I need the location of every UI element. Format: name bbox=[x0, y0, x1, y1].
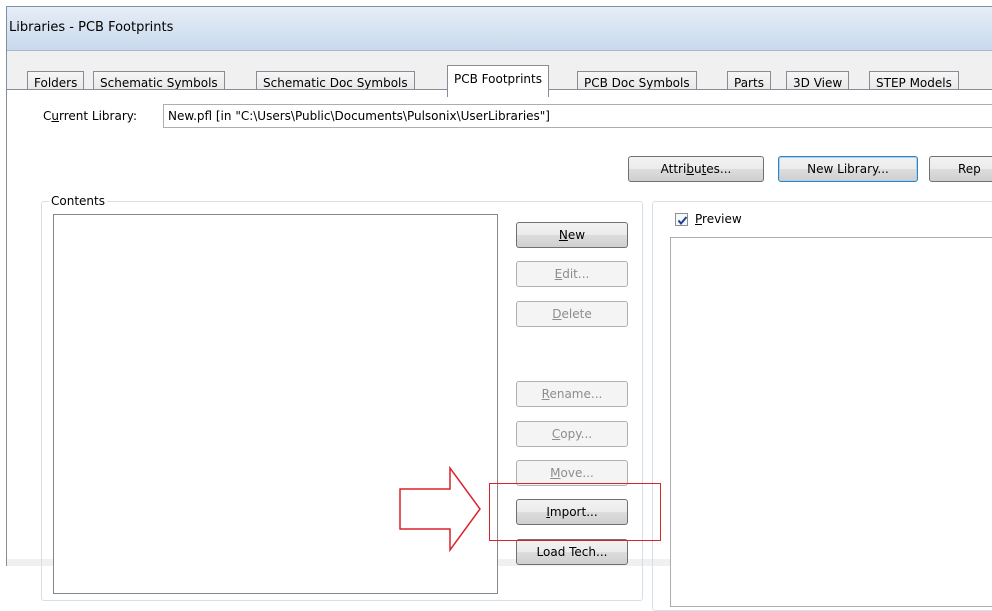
delete-button[interactable]: Delete bbox=[516, 301, 628, 327]
new-button[interactable]: New bbox=[516, 222, 628, 248]
report-button[interactable]: Rep bbox=[929, 156, 992, 182]
title-bar: Libraries - PCB Footprints bbox=[7, 7, 992, 51]
new-library-button[interactable]: New Library... bbox=[778, 156, 918, 182]
tab-pcb-footprints[interactable]: PCB Footprints bbox=[447, 65, 549, 97]
checkmark-icon bbox=[677, 216, 688, 226]
rename-button[interactable]: Rename... bbox=[516, 381, 628, 407]
attributes-button[interactable]: Attributes... bbox=[628, 156, 764, 182]
copy-button[interactable]: Copy... bbox=[516, 421, 628, 447]
current-library-field[interactable]: New.pfl [in "C:\Users\Public\Documents\P… bbox=[163, 104, 992, 128]
import-highlight-box bbox=[489, 483, 661, 541]
load-tech-button[interactable]: Load Tech... bbox=[516, 539, 628, 565]
window-title: Libraries - PCB Footprints bbox=[9, 20, 174, 35]
contents-legend: Contents bbox=[49, 194, 107, 208]
current-library-label: Current Library: bbox=[43, 109, 138, 123]
right-arrow-icon bbox=[399, 466, 481, 552]
preview-area bbox=[670, 237, 992, 607]
edit-button[interactable]: Edit... bbox=[516, 261, 628, 287]
preview-checkbox[interactable] bbox=[675, 213, 688, 226]
preview-label[interactable]: Preview bbox=[695, 212, 742, 226]
